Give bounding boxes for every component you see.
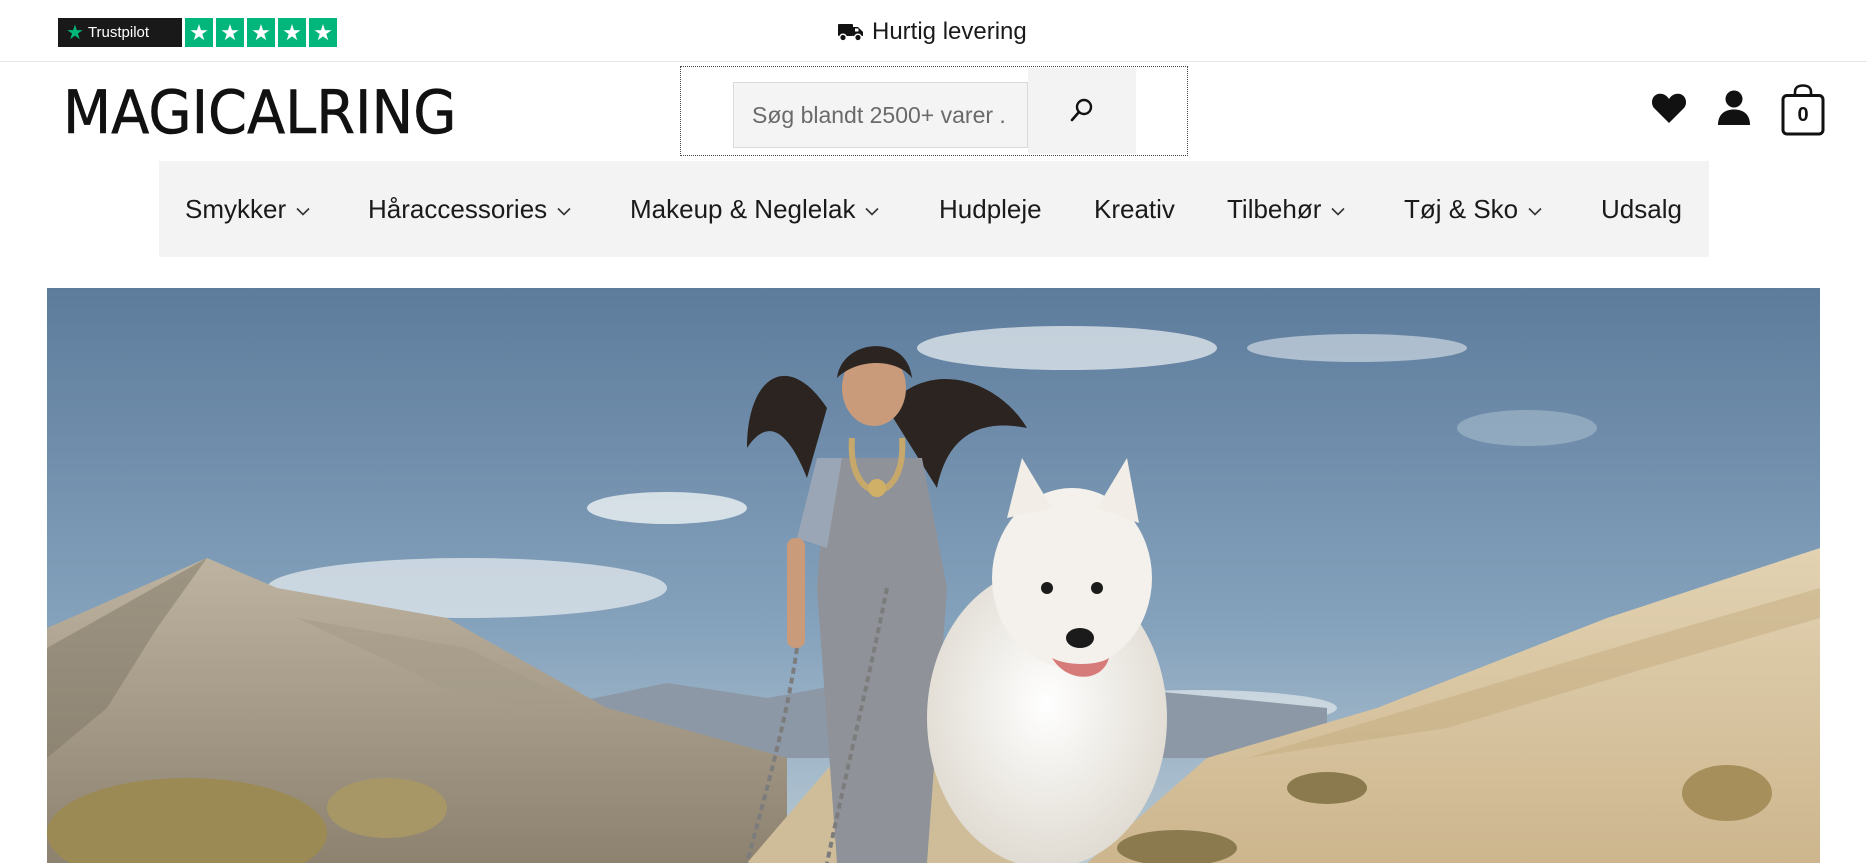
nav-item-label: Håraccessories	[368, 193, 548, 224]
chevron-down-icon	[557, 207, 571, 216]
site-logo[interactable]: MAGICALRING	[63, 78, 457, 149]
top-bar: ★ Trustpilot ★ ★ ★ ★ ★ Hurtig levering	[0, 0, 1867, 62]
nav-item-label: Tilbehør	[1227, 193, 1322, 224]
search-input[interactable]	[733, 82, 1028, 148]
nav-item-label: Hudpleje	[939, 193, 1042, 224]
hero-image	[47, 288, 1820, 863]
nav-item-makeup-neglelak[interactable]: Makeup & Neglelak	[630, 161, 880, 257]
delivery-notice: Hurtig levering	[838, 18, 1027, 46]
trustpilot-badge[interactable]: ★ Trustpilot ★ ★ ★ ★ ★	[58, 18, 337, 47]
nav-item-label: Smykker	[185, 193, 287, 224]
trustpilot-rating: ★ ★ ★ ★ ★	[185, 18, 337, 47]
rating-star-icon: ★	[247, 18, 275, 47]
trustpilot-logo: ★ Trustpilot	[58, 18, 182, 47]
rating-star-icon: ★	[216, 18, 244, 47]
nav-item-tilbehor[interactable]: Tilbehør	[1227, 161, 1345, 257]
nav-item-kreativ[interactable]: Kreativ	[1094, 161, 1175, 257]
chevron-down-icon	[865, 207, 880, 216]
cart-count-badge: 0	[1797, 103, 1809, 126]
truck-icon	[838, 22, 864, 42]
nav-item-smykker[interactable]: Smykker	[185, 161, 310, 257]
user-icon[interactable]	[1717, 90, 1751, 131]
cart-button[interactable]: 0	[1781, 84, 1825, 136]
nav-item-label: Tøj & Sko	[1404, 193, 1519, 224]
rating-star-icon: ★	[278, 18, 306, 47]
nav-item-label: Udsalg	[1601, 193, 1682, 224]
main-navigation: Smykker Håraccessories Makeup & Neglelak…	[159, 161, 1709, 257]
trustpilot-brand-text: Trustpilot	[87, 24, 150, 41]
chevron-down-icon	[1331, 207, 1345, 216]
search-form	[680, 66, 1188, 156]
nav-item-udsalg[interactable]: Udsalg	[1601, 161, 1682, 257]
trustpilot-star-icon: ★	[66, 21, 84, 44]
heart-icon[interactable]	[1651, 92, 1687, 129]
header-actions: 0	[1651, 84, 1825, 136]
chevron-down-icon	[1528, 207, 1542, 216]
nav-item-label: Kreativ	[1094, 193, 1175, 224]
hero-banner[interactable]	[47, 288, 1820, 863]
delivery-text: Hurtig levering	[872, 18, 1027, 45]
rating-star-icon: ★	[185, 18, 213, 47]
nav-item-haraccessories[interactable]: Håraccessories	[368, 161, 571, 257]
search-icon	[1069, 97, 1095, 126]
nav-item-label: Makeup & Neglelak	[630, 193, 856, 224]
chevron-down-icon	[296, 207, 310, 216]
nav-item-toj-sko[interactable]: Tøj & Sko	[1404, 161, 1542, 257]
search-button[interactable]	[1028, 68, 1136, 154]
rating-star-icon: ★	[309, 18, 337, 47]
nav-item-hudpleje[interactable]: Hudpleje	[939, 161, 1042, 257]
